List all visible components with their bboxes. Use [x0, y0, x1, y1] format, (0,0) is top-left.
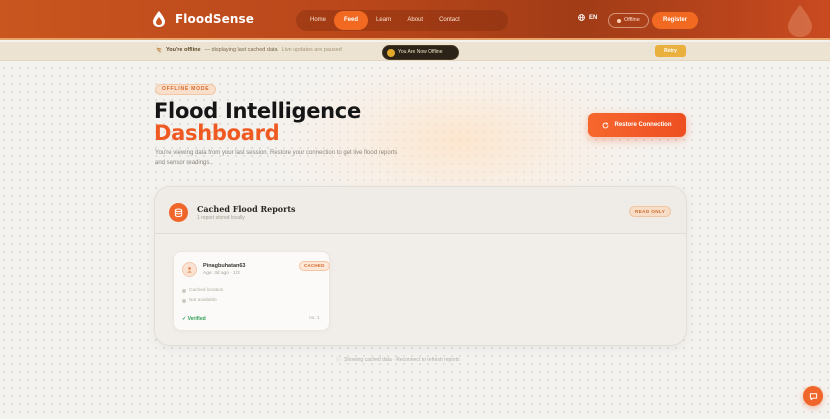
footer-note: ⓘ Showing cached data · Reconnect to ref… — [336, 356, 460, 364]
language-switcher[interactable]: EN — [578, 14, 597, 21]
register-button[interactable]: Register — [652, 12, 698, 29]
retry-button[interactable]: Retry — [655, 45, 686, 57]
warning-icon — [387, 49, 395, 57]
water-drop-logo-icon — [153, 11, 165, 27]
page-title-accent: Dashboard — [154, 121, 280, 145]
nav-contact[interactable]: Contact — [431, 10, 468, 31]
nav-feed[interactable]: Feed — [334, 11, 369, 30]
chat-button[interactable] — [803, 386, 823, 406]
chat-icon — [809, 392, 817, 400]
avatar — [182, 262, 197, 277]
offline-mode-label: OFFLINE MODE — [162, 86, 210, 92]
nav-links: Home Feed Learn About Contact — [296, 10, 508, 31]
report-location: Cached location — [182, 288, 223, 293]
panel-subtitle: 1 report stored locally — [197, 215, 245, 221]
footer-note-label: Showing cached data · Reconnect to refre… — [344, 356, 460, 363]
offline-mode-chip: OFFLINE MODE — [155, 84, 217, 95]
connection-status: Offline — [608, 13, 649, 28]
location-pin-icon — [182, 288, 186, 293]
offline-banner-message: — displaying last cached data — [204, 47, 278, 53]
offline-toast: You Are Now Offline — [382, 45, 459, 60]
brand-name: FloodSense — [175, 12, 254, 26]
offline-banner-note: Live updates are paused — [281, 47, 342, 53]
panel-title: Cached Flood Reports — [197, 204, 296, 214]
report-author: Pinagbuhatan63 — [203, 263, 246, 269]
offline-toast-label: You Are Now Offline — [398, 49, 443, 55]
language-label: EN — [589, 14, 598, 21]
nav-about[interactable]: About — [399, 10, 431, 31]
offline-banner-heading: You're offline — [166, 47, 201, 53]
cached-reports-panel: Cached Flood Reports 1 report stored loc… — [154, 186, 687, 346]
wifi-off-icon — [156, 47, 162, 53]
offline-banner-text: You're offline — displaying last cached … — [156, 47, 342, 53]
read-only-badge: READ ONLY — [629, 206, 672, 217]
panel-header: Cached Flood Reports 1 report stored loc… — [155, 187, 686, 234]
brand[interactable]: FloodSense — [151, 10, 254, 28]
info-icon — [182, 298, 186, 303]
nav-home[interactable]: Home — [302, 10, 334, 31]
page-title: Flood Intelligence — [154, 99, 361, 123]
report-card[interactable]: Pinagbuhatan63 Age: 3d ago · 1/2 CACHED … — [173, 251, 330, 331]
refresh-icon — [603, 121, 609, 128]
report-meta-label: Not available — [189, 298, 217, 303]
report-location-label: Cached location — [189, 288, 224, 293]
restore-connection-label: Restore Connection — [614, 122, 672, 128]
globe-icon — [578, 14, 585, 21]
report-count: no. 1 — [309, 316, 320, 321]
restore-connection-button[interactable]: Restore Connection — [588, 113, 686, 137]
info-icon: ⓘ — [336, 357, 342, 363]
nav-learn[interactable]: Learn — [368, 10, 399, 31]
cached-badge: CACHED — [299, 261, 330, 271]
status-dot-icon — [617, 18, 621, 23]
verified-status: ✓ Verified — [182, 316, 206, 322]
decorative-drop-icon — [788, 5, 812, 37]
page-subtitle: You're viewing data from your last sessi… — [155, 150, 398, 166]
database-icon — [169, 203, 188, 222]
report-meta: Not available — [182, 298, 217, 303]
page: FloodSense Home Feed Learn About Contact… — [0, 0, 830, 419]
top-navbar: FloodSense Home Feed Learn About Contact… — [0, 0, 830, 40]
report-time: Age: 3d ago · 1/2 — [203, 271, 240, 276]
connection-status-label: Offline — [624, 17, 640, 23]
user-icon — [187, 267, 192, 273]
